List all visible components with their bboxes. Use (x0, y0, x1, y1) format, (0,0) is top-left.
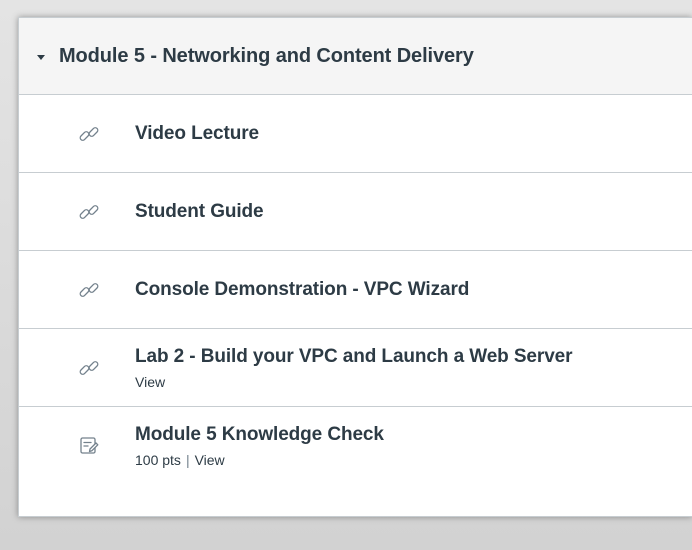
page-background: Module 5 - Networking and Content Delive… (0, 0, 692, 550)
module-item-student-guide[interactable]: Student Guide (19, 173, 692, 251)
module-item-video-lecture[interactable]: Video Lecture (19, 95, 692, 173)
module-item-title[interactable]: Module 5 Knowledge Check (135, 424, 384, 446)
quiz-icon (77, 434, 101, 458)
separator: | (185, 452, 190, 468)
module-panel: Module 5 - Networking and Content Delive… (18, 17, 692, 517)
view-link[interactable]: View (195, 452, 225, 468)
module-item-title[interactable]: Student Guide (135, 201, 264, 223)
link-icon (77, 200, 101, 224)
module-item-title[interactable]: Video Lecture (135, 123, 259, 145)
module-item-knowledge-check[interactable]: Module 5 Knowledge Check 100 pts | View (19, 407, 692, 485)
module-header[interactable]: Module 5 - Networking and Content Delive… (19, 18, 692, 95)
view-link[interactable]: View (135, 374, 165, 390)
link-icon (77, 356, 101, 380)
module-title[interactable]: Module 5 - Networking and Content Delive… (59, 45, 474, 68)
caret-down-icon[interactable] (37, 54, 45, 60)
link-icon (77, 278, 101, 302)
module-item-details: 100 pts | View (135, 452, 384, 468)
points-label: 100 pts (135, 452, 181, 468)
module-item-console-demonstration[interactable]: Console Demonstration - VPC Wizard (19, 251, 692, 329)
module-item-title[interactable]: Console Demonstration - VPC Wizard (135, 279, 469, 301)
module-item-title[interactable]: Lab 2 - Build your VPC and Launch a Web … (135, 346, 573, 368)
module-item-details: View (135, 374, 572, 390)
link-icon (77, 122, 101, 146)
module-item-lab-2[interactable]: Lab 2 - Build your VPC and Launch a Web … (19, 329, 692, 407)
